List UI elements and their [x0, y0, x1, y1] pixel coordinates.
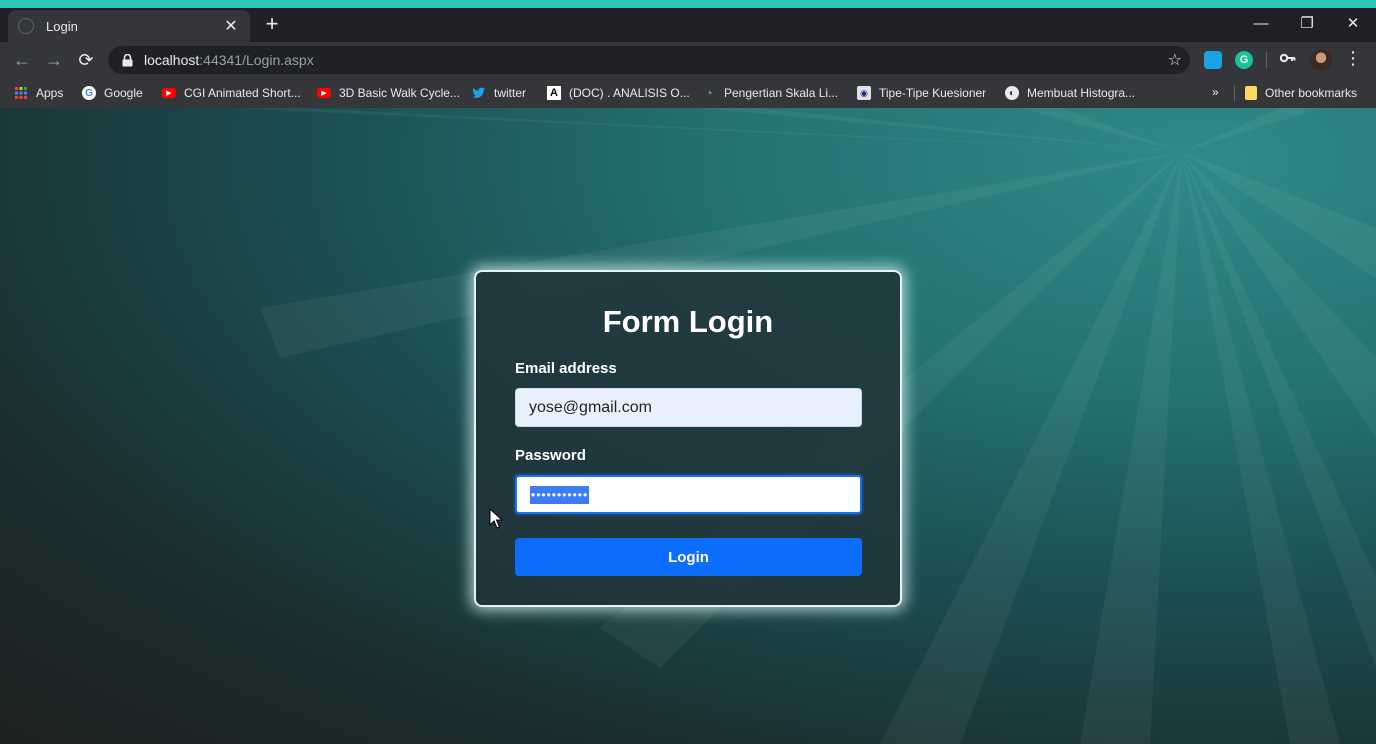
- google-icon: G: [82, 86, 96, 100]
- bookmarks-overflow-icon[interactable]: »: [1212, 85, 1219, 99]
- window-top-accent: [0, 0, 1376, 8]
- bookmarks-divider: [1234, 85, 1235, 101]
- bookmark-label: Membuat Histogra...: [1027, 86, 1136, 100]
- twitter-icon: [472, 86, 486, 100]
- new-tab-button[interactable]: +: [260, 13, 284, 37]
- bookmark-label: Google: [104, 86, 143, 100]
- url-path: :44341/Login.aspx: [199, 52, 314, 68]
- email-value: yose@gmail.com: [529, 398, 652, 416]
- page-background: Form Login Email address yose@gmail.com …: [0, 108, 1376, 744]
- tab-close-icon[interactable]: ✕: [222, 16, 240, 36]
- bookmark-tipe-kuesioner[interactable]: ◉ Tipe-Tipe Kuesioner: [857, 85, 986, 101]
- login-card: Form Login Email address yose@gmail.com …: [474, 270, 902, 607]
- back-arrow-icon[interactable]: ←: [8, 46, 36, 74]
- youtube-icon: ▶: [162, 88, 176, 98]
- bookmark-twitter[interactable]: twitter: [472, 85, 526, 101]
- password-masked-value: •••••••••••: [530, 485, 590, 504]
- toolbar-divider: [1266, 52, 1267, 68]
- url-host: localhost: [144, 52, 200, 68]
- more-menu-icon[interactable]: ⋮: [1344, 48, 1362, 69]
- window-close-button[interactable]: ✕: [1330, 8, 1376, 38]
- youtube-icon: ▶: [317, 88, 331, 98]
- bookmark-label: Pengertian Skala Li...: [724, 86, 839, 100]
- tab-favicon-icon: [18, 18, 34, 34]
- apps-grid-icon: [14, 86, 28, 100]
- login-button[interactable]: Login: [515, 538, 862, 576]
- bookmark-label: CGI Animated Short...: [184, 86, 301, 100]
- profile-avatar[interactable]: [1310, 49, 1332, 71]
- tab-title: Login: [46, 18, 78, 34]
- forward-arrow-icon[interactable]: →: [40, 46, 68, 74]
- reload-icon[interactable]: ⟳: [72, 46, 100, 74]
- site-icon: ◉: [857, 86, 871, 100]
- bookmark-label: (DOC) . ANALISIS O...: [569, 86, 690, 100]
- grammarly-icon[interactable]: G: [1235, 51, 1253, 69]
- email-label: Email address: [515, 360, 617, 377]
- academia-icon: A: [547, 86, 561, 100]
- bookmark-membuat-histogram[interactable]: ◐ Membuat Histogra...: [1005, 85, 1135, 101]
- key-icon[interactable]: [1279, 50, 1296, 66]
- bookmark-apps[interactable]: Apps: [14, 85, 63, 101]
- window-restore-button[interactable]: ❐: [1284, 8, 1330, 38]
- browser-tab-active[interactable]: Login ✕: [8, 10, 250, 42]
- bookmark-google[interactable]: G Google: [82, 85, 143, 101]
- password-label: Password: [515, 447, 586, 464]
- browser-toolbar: ← → ⟳ localhost:44341/Login.aspx ☆ G ⋮: [0, 42, 1376, 78]
- bookmark-other-bookmarks[interactable]: Other bookmarks: [1245, 85, 1357, 101]
- password-field[interactable]: •••••••••••: [515, 475, 862, 514]
- site-icon: ◔: [705, 86, 713, 100]
- bookmark-label: Tipe-Tipe Kuesioner: [879, 86, 987, 100]
- bookmark-3d-walk-cycle[interactable]: ▶ 3D Basic Walk Cycle...: [317, 85, 460, 101]
- bookmark-star-icon[interactable]: ☆: [1168, 50, 1182, 70]
- email-field[interactable]: yose@gmail.com: [515, 388, 862, 427]
- bookmark-analisis-doc[interactable]: A (DOC) . ANALISIS O...: [547, 85, 690, 101]
- tab-strip: Login ✕ + — ❐ ✕: [0, 8, 1376, 42]
- form-title: Form Login: [602, 304, 774, 339]
- lock-icon: [120, 53, 134, 67]
- bookmarks-bar: Apps G Google ▶ CGI Animated Short... ▶ …: [0, 78, 1376, 108]
- bookmark-label: 3D Basic Walk Cycle...: [339, 86, 460, 100]
- bookmark-label: Apps: [36, 86, 64, 100]
- bookmark-cgi-animated[interactable]: ▶ CGI Animated Short...: [162, 85, 301, 101]
- folder-icon: [1245, 86, 1257, 100]
- bookmark-label: Other bookmarks: [1265, 86, 1358, 100]
- globe-icon: ◐: [1005, 86, 1019, 100]
- bookmark-pengertian-skala[interactable]: ◔ Pengertian Skala Li...: [702, 85, 838, 101]
- extension-icon[interactable]: [1204, 51, 1222, 69]
- bookmark-label: twitter: [494, 86, 527, 100]
- address-bar[interactable]: localhost:44341/Login.aspx ☆: [108, 46, 1190, 74]
- window-minimize-button[interactable]: —: [1238, 8, 1284, 38]
- mouse-cursor-icon: [489, 508, 503, 529]
